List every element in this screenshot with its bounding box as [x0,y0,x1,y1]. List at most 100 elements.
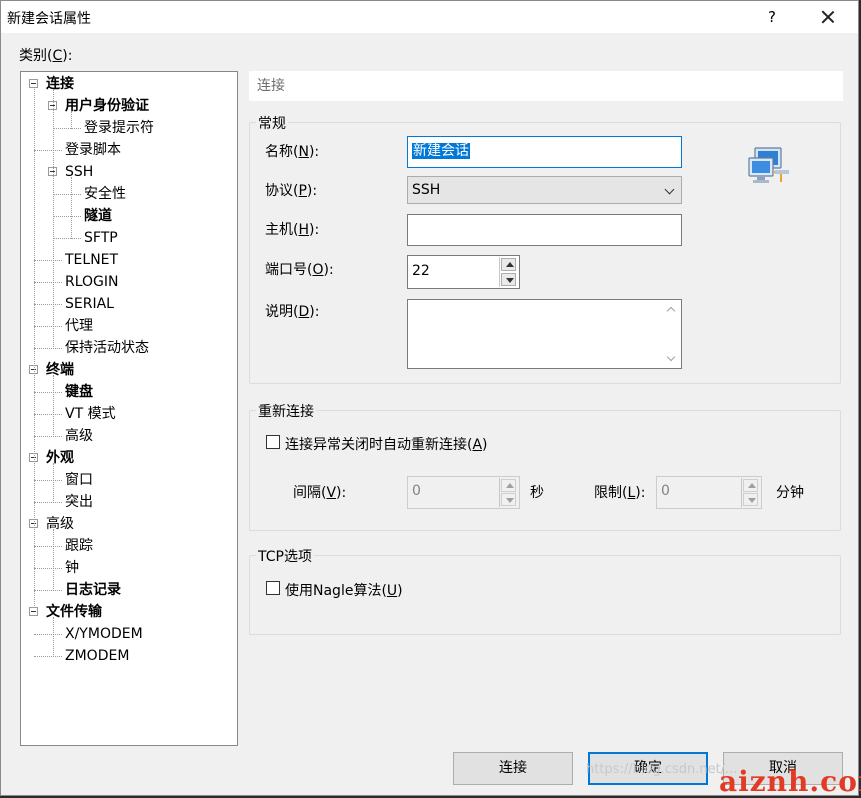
arrow-up-icon [506,483,514,488]
spin-up-button[interactable] [501,258,516,271]
tree-item[interactable]: 保持活动状态 [65,338,149,358]
spin-down-button[interactable] [501,493,516,506]
port-label: 端口号(O): [265,262,334,278]
tree-connector [34,89,35,608]
auto-reconnect-label[interactable]: 连接异常关闭时自动重新连接(A) [285,434,488,454]
tree-connector [34,568,62,569]
collapse-toggle-icon[interactable] [29,607,38,616]
chevron-down-icon [664,184,675,195]
window-title: 新建会话属性 [7,11,91,27]
tree-connector [34,502,62,503]
network-computers-icon [748,147,789,183]
category-label: 类别(C): [19,48,73,64]
watermark-url: https://blog.csdn.net/... [586,762,738,777]
tree-connector [53,375,54,437]
close-button[interactable] [813,3,843,31]
nagle-label[interactable]: 使用Nagle算法(U) [285,580,403,600]
watermark-brand: aiznh.com [719,765,861,798]
tree-connector [34,656,62,657]
spin-up-button[interactable] [743,479,758,492]
tree-item[interactable]: 高级 [46,514,74,534]
tree-connector [53,238,81,239]
tree-item[interactable]: 用户身份验证 [65,96,149,116]
arrow-down-icon [506,498,514,503]
tree-item[interactable]: 连接 [46,74,74,94]
interval-unit: 秒 [530,485,544,501]
reconnect-group-title: 重新连接 [256,401,316,421]
tree-item[interactable]: SERIAL [65,294,114,314]
interval-spinner[interactable] [499,478,517,507]
tree-item[interactable]: 文件传输 [46,602,102,622]
category-tree[interactable]: 连接 用户身份验证 登录提示符 登录脚本 SSH 安全性 隧道 SFTP TELNET RLOGI… [20,71,238,746]
general-group-title: 常规 [256,113,288,133]
tree-item[interactable]: 终端 [46,360,74,380]
tree-connector [34,436,62,437]
tree-item[interactable]: ZMODEM [65,646,129,666]
description-textarea[interactable] [407,299,682,369]
tree-item[interactable]: X/YMODEM [65,624,143,644]
tree-item[interactable]: 高级 [65,426,93,446]
limit-input[interactable]: 0 [656,476,762,509]
auto-reconnect-checkbox[interactable] [266,435,280,449]
tcp-group-title: TCP选项 [256,546,314,566]
tree-connector [34,634,62,635]
tree-connector [34,546,62,547]
tree-connector [71,111,72,129]
session-properties-dialog: 新建会话属性 ? 类别(C): 连接 用户身份验证 登录提示符 登录脚本 SSH 安全性隧… [0,0,861,798]
spin-down-button[interactable] [743,493,758,506]
connect-button[interactable]: 连接 [453,752,573,785]
description-label: 说明(D): [265,304,320,320]
tree-item[interactable]: 跟踪 [65,536,93,556]
tree-connector [53,128,81,129]
tree-item[interactable]: 代理 [65,316,93,336]
limit-spinner[interactable] [741,478,759,507]
tree-item[interactable]: 登录提示符 [84,118,154,138]
tree-item[interactable]: SSH [65,162,93,182]
spin-down-button[interactable] [501,273,516,286]
tree-item[interactable]: 外观 [46,448,74,468]
tree-item[interactable]: VT 模式 [65,404,116,424]
tree-item[interactable]: SFTP [84,228,118,248]
arrow-down-icon [748,498,756,503]
tree-connector [34,260,62,261]
tree-connector [34,392,62,393]
tree-connector [34,590,62,591]
name-label: 名称(N): [265,144,320,160]
tree-connector [34,304,62,305]
limit-unit: 分钟 [776,485,804,501]
limit-label: 限制(L): [594,485,646,501]
tree-connector [71,177,72,239]
tree-item[interactable]: 隧道 [84,206,112,226]
title-bar: 新建会话属性 ? [1,1,858,33]
collapse-toggle-icon[interactable] [29,79,38,88]
textarea-scrollbar[interactable] [663,300,681,368]
tree-item[interactable]: 日志记录 [65,580,121,600]
reconnect-group [249,410,841,531]
nagle-checkbox[interactable] [266,581,280,595]
tree-connector [53,194,81,195]
port-spinner[interactable] [499,257,517,287]
host-input[interactable] [407,214,682,246]
tree-connector [34,348,62,349]
tree-connector [34,326,62,327]
spin-up-button[interactable] [501,479,516,492]
tree-connector [53,617,54,657]
interval-label: 间隔(V): [293,485,347,501]
protocol-select[interactable]: SSH [407,176,682,204]
arrow-down-icon [506,278,514,283]
name-input[interactable]: 新建会话 [407,136,682,168]
tree-item[interactable]: RLOGIN [65,272,119,292]
tree-item[interactable]: 窗口 [65,470,93,490]
tree-item[interactable]: 突出 [65,492,93,512]
tree-item[interactable]: 安全性 [84,184,126,204]
tree-item[interactable]: 登录脚本 [65,140,121,160]
interval-input[interactable]: 0 [407,476,520,509]
tree-item[interactable]: 键盘 [65,382,93,402]
help-button[interactable]: ? [757,3,787,31]
tree-connector [34,150,62,151]
port-input[interactable]: 22 [407,255,520,289]
tree-connector [34,480,62,481]
scroll-down-icon [666,352,676,362]
tree-item[interactable]: 钟 [65,558,79,578]
tree-item[interactable]: TELNET [65,250,118,270]
